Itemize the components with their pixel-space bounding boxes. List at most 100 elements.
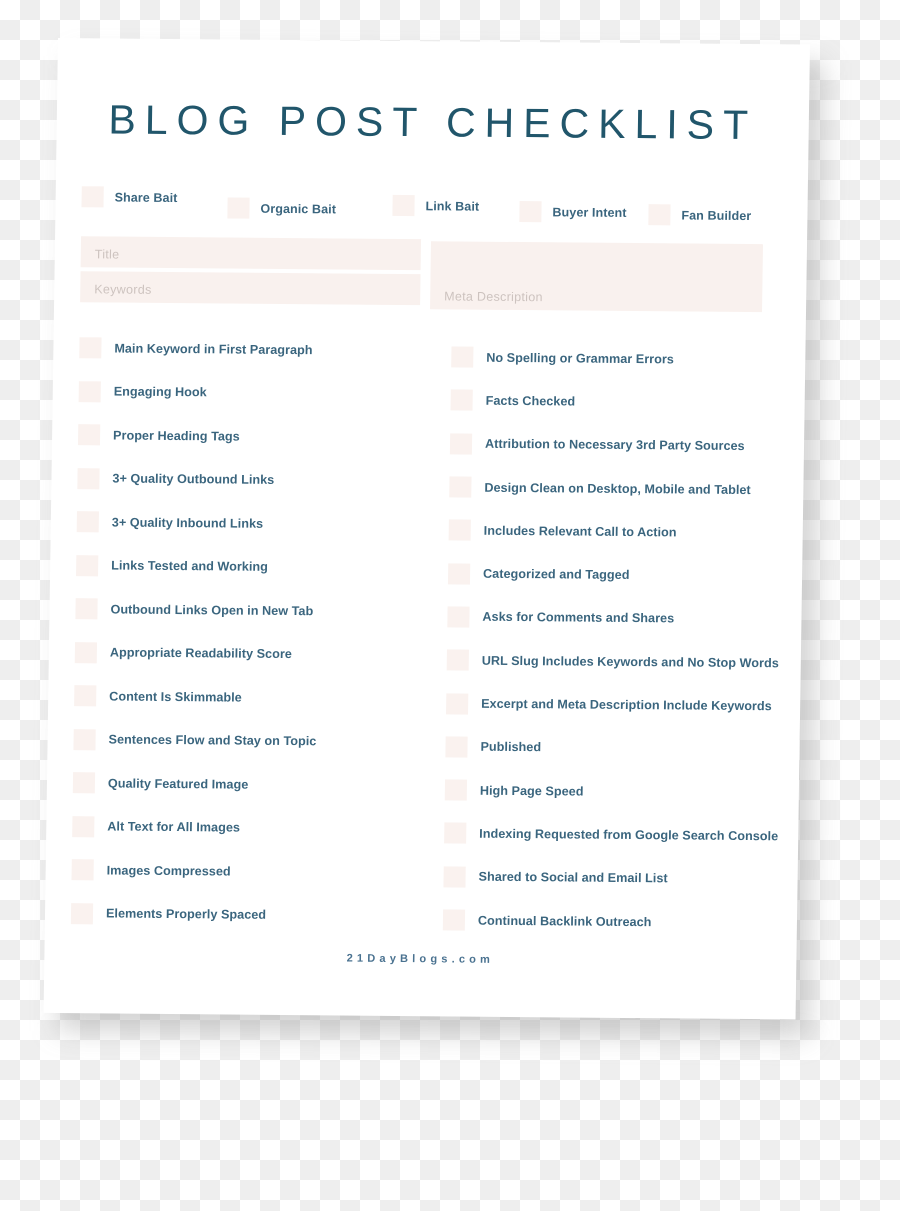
- checklist-item[interactable]: Images Compressed: [71, 848, 422, 895]
- checkbox-icon[interactable]: [77, 424, 101, 446]
- bait-type-row: Share Bait Organic Bait Link Bait Buyer Int…: [81, 186, 781, 226]
- checklist-item-label: URL Slug Includes Keywords and No Stop W…: [481, 653, 779, 671]
- checkbox-icon[interactable]: [445, 736, 468, 758]
- checkbox-icon[interactable]: [79, 337, 102, 359]
- checkbox-icon[interactable]: [447, 563, 471, 585]
- checklist-item[interactable]: Continual Backlink Outreach: [442, 898, 794, 944]
- checklist-item[interactable]: No Spelling or Grammar Errors: [451, 335, 802, 381]
- checkbox-icon[interactable]: [450, 389, 473, 412]
- checkbox-icon[interactable]: [451, 346, 474, 368]
- checklist-item[interactable]: Indexing Requested from Google Search Co…: [444, 812, 795, 858]
- checkbox-icon[interactable]: [75, 598, 98, 620]
- checkbox-icon[interactable]: [519, 201, 542, 223]
- checklist-item-label: Outbound Links Open in New Tab: [110, 602, 314, 618]
- checklist-item[interactable]: URL Slug Includes Keywords and No Stop W…: [446, 638, 797, 684]
- bait-type-item[interactable]: Share Bait: [81, 186, 178, 208]
- checklist-item[interactable]: Excerpt and Meta Description Include Key…: [446, 682, 797, 728]
- checkbox-icon[interactable]: [648, 204, 671, 226]
- checklist-item-label: Sentences Flow and Stay on Topic: [108, 732, 317, 749]
- checklist-item-label: Includes Relevant Call to Action: [483, 523, 677, 540]
- checkbox-icon[interactable]: [447, 606, 470, 628]
- checkbox-icon[interactable]: [71, 859, 94, 881]
- checklist-item[interactable]: Quality Featured Image: [72, 761, 424, 808]
- checklist-item[interactable]: Includes Relevant Call to Action: [448, 509, 799, 555]
- checklist-item[interactable]: Categorized and Tagged: [447, 552, 799, 598]
- checklist-item[interactable]: Attribution to Necessary 3rd Party Sourc…: [449, 422, 801, 468]
- checkbox-icon[interactable]: [81, 186, 104, 208]
- checkbox-icon[interactable]: [76, 554, 99, 577]
- bait-type-label: Buyer Intent: [552, 204, 627, 220]
- checklist-item-label: Main Keyword in First Paragraph: [114, 341, 313, 357]
- checklist-item[interactable]: Published: [445, 725, 796, 771]
- title-field[interactable]: Title: [80, 236, 422, 271]
- bait-type-item[interactable]: Organic Bait: [227, 197, 336, 219]
- checklist-item[interactable]: Content Is Skimmable: [74, 674, 425, 721]
- checkbox-icon[interactable]: [392, 194, 415, 217]
- checkbox-icon[interactable]: [72, 815, 95, 838]
- checklist-item-label: Shared to Social and Email List: [478, 869, 668, 886]
- checkbox-icon[interactable]: [76, 511, 99, 533]
- checkbox-icon[interactable]: [446, 649, 469, 671]
- checklist-column-left: Main Keyword in First Paragraph Engaging …: [70, 326, 430, 939]
- checkbox-icon[interactable]: [443, 866, 466, 888]
- bait-type-label: Fan Builder: [681, 207, 752, 223]
- keywords-field[interactable]: Keywords: [80, 271, 421, 306]
- checkbox-icon[interactable]: [74, 641, 98, 664]
- checklist-item-label: Alt Text for All Images: [107, 819, 241, 835]
- checklist-item[interactable]: Proper Heading Tags: [77, 413, 429, 460]
- checkbox-icon[interactable]: [78, 380, 101, 403]
- checklist-item[interactable]: Alt Text for All Images: [72, 805, 423, 852]
- checkbox-icon[interactable]: [448, 519, 471, 541]
- checklist-item[interactable]: Main Keyword in First Paragraph: [79, 326, 430, 373]
- checklist-item[interactable]: Elements Properly Spaced: [70, 892, 422, 939]
- bait-type-item[interactable]: Fan Builder: [648, 204, 751, 226]
- bait-type-item[interactable]: Link Bait: [392, 194, 480, 217]
- checklist-item[interactable]: Outbound Links Open in New Tab: [75, 587, 426, 634]
- checklist-item[interactable]: Appropriate Readability Score: [74, 631, 426, 678]
- checklist-item[interactable]: Engaging Hook: [78, 370, 429, 417]
- checkbox-icon[interactable]: [446, 692, 469, 715]
- checklist-item[interactable]: Shared to Social and Email List: [443, 855, 794, 901]
- checklist-item-label: Published: [480, 740, 542, 755]
- meta-description-field[interactable]: Meta Description: [430, 241, 764, 313]
- checklist-item[interactable]: High Page Speed: [444, 768, 796, 814]
- checkbox-icon[interactable]: [72, 772, 96, 794]
- checkbox-icon[interactable]: [444, 779, 468, 801]
- checklist-item-label: Images Compressed: [106, 863, 231, 879]
- checklist-item-label: Asks for Comments and Shares: [482, 610, 675, 626]
- title-field-placeholder: Title: [94, 247, 120, 262]
- checkbox-icon[interactable]: [77, 467, 100, 490]
- checklist-item-label: Attribution to Necessary 3rd Party Sourc…: [484, 436, 745, 454]
- checklist-item[interactable]: 3+ Quality Inbound Links: [76, 500, 428, 547]
- bait-type-item[interactable]: Buyer Intent: [519, 201, 627, 223]
- checklist-item-label: Continual Backlink Outreach: [477, 913, 652, 929]
- checklist-item-label: Proper Heading Tags: [113, 428, 240, 444]
- checkbox-icon[interactable]: [74, 685, 97, 707]
- meta-description-field-placeholder: Meta Description: [444, 289, 543, 305]
- checkbox-icon[interactable]: [70, 902, 94, 925]
- checklist-item-label: 3+ Quality Outbound Links: [112, 471, 275, 488]
- checklist-item[interactable]: Links Tested and Working: [76, 544, 427, 591]
- checklist-item[interactable]: Sentences Flow and Stay on Topic: [73, 718, 424, 765]
- checklist-item[interactable]: 3+ Quality Outbound Links: [77, 457, 428, 504]
- checklist-item-label: Links Tested and Working: [111, 558, 269, 575]
- checkbox-icon[interactable]: [444, 822, 467, 844]
- checklist-item-label: High Page Speed: [479, 783, 584, 799]
- checklist-item[interactable]: Asks for Comments and Shares: [447, 595, 798, 641]
- checklist-item-label: Design Clean on Desktop, Mobile and Tabl…: [484, 480, 751, 497]
- sheet-page: BLOG POST CHECKLIST Share Bait Organic Ba…: [43, 38, 810, 1020]
- checklist-item-label: Appropriate Readability Score: [109, 645, 293, 662]
- checklist-item-label: Indexing Requested from Google Search Co…: [479, 826, 779, 844]
- checkbox-icon[interactable]: [227, 197, 250, 219]
- checklist-item-label: Excerpt and Meta Description Include Key…: [481, 696, 772, 714]
- bait-type-label: Share Bait: [114, 189, 178, 205]
- checkbox-icon[interactable]: [449, 433, 473, 455]
- checkbox-icon[interactable]: [442, 909, 466, 931]
- checkbox-icon[interactable]: [449, 476, 472, 498]
- checklist-item-label: Quality Featured Image: [107, 776, 249, 792]
- bait-type-label: Link Bait: [425, 198, 480, 214]
- checklist-item[interactable]: Facts Checked: [450, 379, 801, 425]
- checklist-item[interactable]: Design Clean on Desktop, Mobile and Tabl…: [449, 465, 800, 511]
- checklist-item-label: Elements Properly Spaced: [105, 906, 267, 923]
- checkbox-icon[interactable]: [73, 728, 96, 751]
